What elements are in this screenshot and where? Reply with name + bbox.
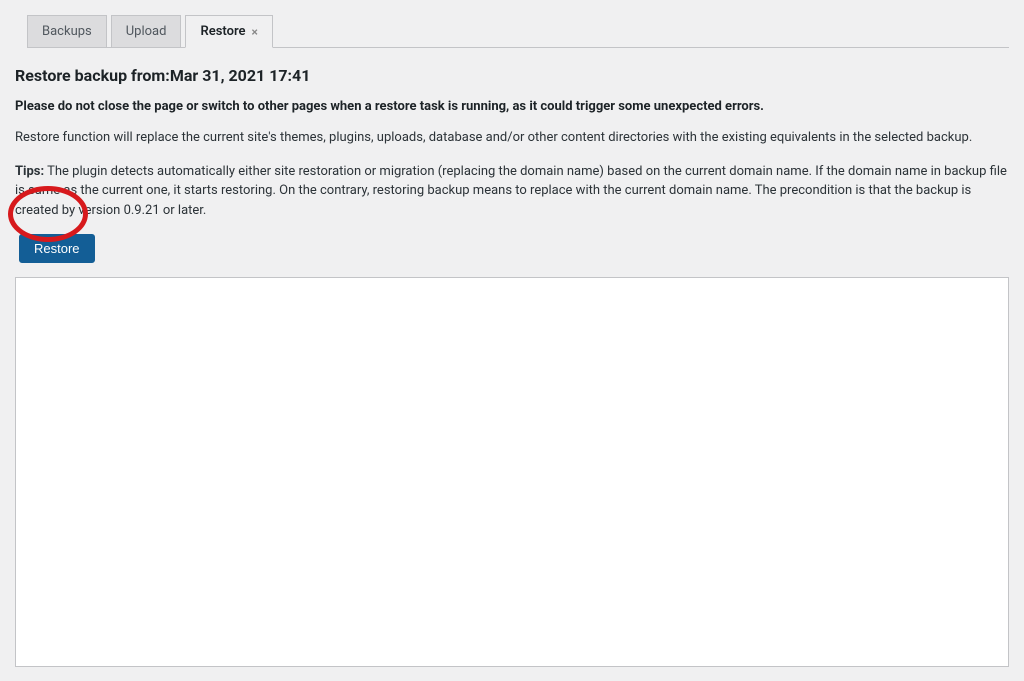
page-title: Restore backup from:Mar 31, 2021 17:41 <box>15 66 1009 85</box>
heading-prefix: Restore backup from: <box>15 66 170 85</box>
tab-bar: Backups Upload Restore × <box>27 15 1009 48</box>
tab-restore-label: Restore <box>200 24 245 39</box>
tab-upload-label: Upload <box>126 24 167 39</box>
log-output <box>15 277 1009 667</box>
tab-backups[interactable]: Backups <box>27 15 107 48</box>
tips-label: Tips: <box>15 164 44 179</box>
tips-body: The plugin detects automatically either … <box>15 164 1007 218</box>
tab-restore[interactable]: Restore × <box>185 15 272 48</box>
tab-backups-label: Backups <box>42 24 92 39</box>
warning-text: Please do not close the page or switch t… <box>15 99 1009 114</box>
heading-date: Mar 31, 2021 17:41 <box>170 66 311 85</box>
tips-text: Tips: The plugin detects automatically e… <box>15 162 1009 221</box>
tab-upload[interactable]: Upload <box>111 15 182 48</box>
close-icon[interactable]: × <box>252 25 258 39</box>
description-text: Restore function will replace the curren… <box>15 128 1009 148</box>
restore-button[interactable]: Restore <box>19 234 95 263</box>
restore-panel: Restore backup from:Mar 31, 2021 17:41 P… <box>15 48 1009 667</box>
